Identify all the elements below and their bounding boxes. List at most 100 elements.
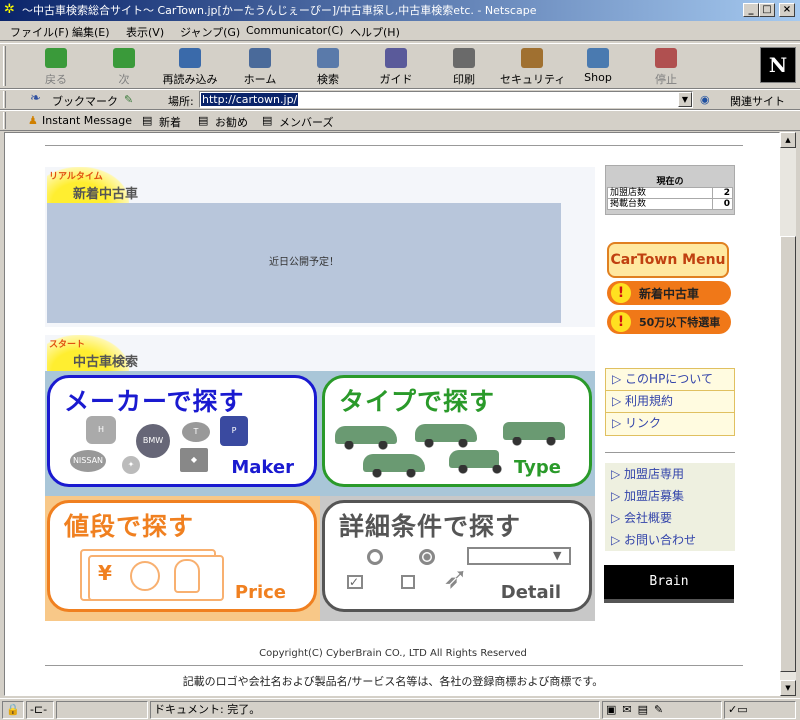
bookmark-doc-icon: ▤ xyxy=(142,114,153,127)
search-label: 検索 xyxy=(317,73,339,86)
menu-edit[interactable]: 編集(E) xyxy=(72,24,110,40)
counter-heading: 現在の xyxy=(656,177,684,187)
back-button[interactable]: 戻る xyxy=(24,46,88,86)
maker-cell: メーカーで探す H BMW T P NISSAN ✦ ◆ Maker xyxy=(45,371,320,496)
link-member-only[interactable]: ▷ 加盟店専用 xyxy=(605,463,735,485)
detail-cell: 詳細条件で探す ▼ ✓ ➶ Detail xyxy=(320,496,595,621)
online-status-icon[interactable]: -⊏- xyxy=(26,701,54,719)
detail-search-card[interactable]: 詳細条件で探す ▼ ✓ ➶ Detail xyxy=(322,500,592,612)
scroll-up-icon[interactable]: ▲ xyxy=(780,132,796,148)
link-terms[interactable]: ▷ 利用規約 xyxy=(606,391,734,413)
url-dropdown-icon[interactable]: ▼ xyxy=(678,92,692,107)
link-company[interactable]: ▷ 会社概要 xyxy=(605,507,735,529)
component-bar-icons[interactable]: ▣✉▤✎ xyxy=(602,701,722,719)
security-status-icon[interactable]: 🔒 xyxy=(2,701,24,719)
new-cars-button[interactable]: ! 新着中古車 xyxy=(607,281,731,305)
checkbox-icon xyxy=(401,575,415,589)
menu-file[interactable]: ファイル(F) xyxy=(10,24,69,40)
search-heading: スタート 中古車検索 xyxy=(47,335,138,371)
menu-bar: ファイル(F) 編集(E) 表示(V) ジャンプ(G) Communicator… xyxy=(0,21,800,41)
bookmarks-button[interactable]: ブックマーク xyxy=(52,93,118,109)
honda-logo-icon: H xyxy=(86,416,116,444)
location-input[interactable]: http://cartown.jp/ ▼ xyxy=(199,91,693,108)
vertical-scrollbar[interactable]: ▲ ▼ xyxy=(780,132,796,696)
related-sites-icon[interactable]: ◉ xyxy=(700,93,710,106)
reload-button[interactable]: 再読み込み xyxy=(158,46,222,86)
brain-banner[interactable]: Brain xyxy=(604,565,734,603)
member-links: ▷ 加盟店専用 ▷ 加盟店募集 ▷ 会社概要 ▷ お問い合わせ xyxy=(605,463,735,551)
component-bar-extra[interactable]: ✓▭ xyxy=(724,701,796,719)
coin-circle-icon xyxy=(130,561,160,591)
shop-button[interactable]: Shop xyxy=(566,46,630,86)
link-about[interactable]: ▷ このHPについて xyxy=(606,369,734,391)
bookmark-doc-icon: ▤ xyxy=(262,114,273,127)
shop-icon xyxy=(587,48,609,68)
security-button[interactable]: セキュリティ xyxy=(500,46,565,86)
maximize-button[interactable]: □ xyxy=(759,3,775,17)
toolbar-grip[interactable] xyxy=(3,46,6,86)
menu-communicator[interactable]: Communicator(C) xyxy=(246,24,343,37)
page-proxy-icon[interactable]: ✎ xyxy=(124,93,133,106)
search-tag-big: 中古車検索 xyxy=(73,355,139,370)
menu-help[interactable]: ヘルプ(H) xyxy=(350,24,400,40)
type-search-card[interactable]: タイプで探す Type xyxy=(322,375,592,487)
link-member-recruit[interactable]: ▷ 加盟店募集 xyxy=(605,485,735,507)
window-title: 〜中古車検索総合サイト〜 CarTown.jp[かーたうんじぇーぴー]/中古車探… xyxy=(22,4,537,17)
related-sites-button[interactable]: 関連サイト xyxy=(730,93,785,109)
new-link[interactable]: 新着 xyxy=(159,114,181,130)
new-cars-placeholder: 近日公開予定！ xyxy=(47,203,561,323)
detail-en-label: Detail xyxy=(500,582,561,603)
netscape-logo[interactable]: N xyxy=(760,47,796,83)
link-contact[interactable]: ▷ お問い合わせ xyxy=(605,529,735,551)
stop-button[interactable]: 停止 xyxy=(634,46,698,86)
menu-view[interactable]: 表示(V) xyxy=(126,24,164,40)
yen-icon: ¥ xyxy=(98,561,112,585)
pbar-grip[interactable] xyxy=(3,112,6,129)
guide-button[interactable]: ガイド xyxy=(364,46,428,86)
minimize-button[interactable]: _ xyxy=(743,3,759,17)
mitsubishi-logo-icon: ◆ xyxy=(180,448,208,472)
mercedes-logo-icon: ✦ xyxy=(122,456,140,474)
peugeot-logo-icon: P xyxy=(220,416,248,446)
print-button[interactable]: 印刷 xyxy=(432,46,496,86)
checkbox-checked-icon: ✓ xyxy=(347,575,363,589)
new-cars-tag-small: リアルタイム xyxy=(49,172,103,182)
link-terms-label: 利用規約 xyxy=(625,394,674,408)
under-500k-button[interactable]: ! 50万以下特選車 xyxy=(607,310,731,334)
instant-message-icon: ♟ xyxy=(28,114,38,127)
maker-title: メーカーで探す xyxy=(64,387,245,416)
status-bar: 🔒 -⊏- ドキュメント: 完了。 ▣✉▤✎ ✓▭ xyxy=(0,698,800,720)
recommend-link[interactable]: お勧め xyxy=(215,114,248,130)
link-links[interactable]: ▷ リンク xyxy=(606,413,734,435)
home-button[interactable]: ホーム xyxy=(228,46,292,86)
radio-selected-icon xyxy=(419,549,435,565)
cartown-menu-button[interactable]: CarTown Menu xyxy=(607,242,729,278)
compact-car-icon xyxy=(363,454,425,478)
price-en-label: Price xyxy=(234,582,286,603)
guide-icon xyxy=(385,48,407,68)
search-button[interactable]: 検索 xyxy=(296,46,360,86)
counter-table: 加盟店数 2 掲載台数 0 xyxy=(607,187,733,210)
scroll-thumb[interactable] xyxy=(780,236,796,672)
forward-label: 次 xyxy=(118,73,130,86)
netscape-app-icon: ✲ xyxy=(4,2,15,17)
print-label: 印刷 xyxy=(453,73,475,86)
navigation-toolbar: 戻る 次 再読み込み ホーム 検索 ガイド 印刷 セキュリティ Shop 停止 … xyxy=(0,43,800,89)
cursor-arrow-icon: ➶ xyxy=(443,561,469,596)
close-button[interactable]: × xyxy=(779,3,795,17)
stats-counter: 現在の 加盟店数 2 掲載台数 0 xyxy=(605,165,735,215)
scroll-down-icon[interactable]: ▼ xyxy=(780,680,796,696)
menu-go[interactable]: ジャンプ(G) xyxy=(180,24,240,40)
url-text[interactable]: http://cartown.jp/ xyxy=(201,93,299,106)
instant-message-link[interactable]: Instant Message xyxy=(42,114,132,127)
location-label: 場所: xyxy=(168,95,194,108)
members-link[interactable]: メンバーズ xyxy=(279,114,333,130)
locbar-grip[interactable] xyxy=(3,91,6,108)
price-search-card[interactable]: 値段で探す ¥ Price xyxy=(47,500,317,612)
exclamation-icon: ! xyxy=(611,312,631,332)
bookmark-icon[interactable]: ❧ xyxy=(30,91,41,106)
home-icon xyxy=(249,48,271,68)
forward-button[interactable]: 次 xyxy=(92,46,156,86)
toyota-logo-icon: T xyxy=(182,422,210,442)
maker-search-card[interactable]: メーカーで探す H BMW T P NISSAN ✦ ◆ Maker xyxy=(47,375,317,487)
